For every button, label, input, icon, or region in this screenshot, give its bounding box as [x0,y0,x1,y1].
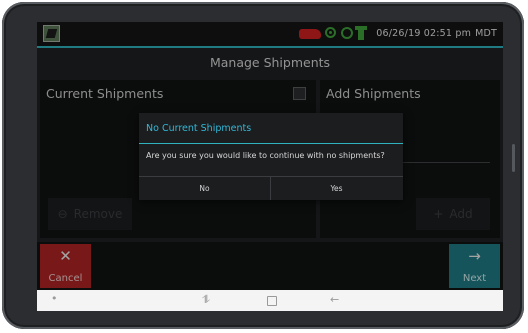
device-screen: 06/26/19 02:51 pm MDT Manage Shipments Cu… [37,22,503,311]
dialog-yes-button[interactable]: Yes [271,177,402,200]
back-icon[interactable]: ← [330,293,339,306]
nav-dot-icon: • [51,292,58,305]
home-icon[interactable] [267,296,277,306]
dialog-title: No Current Shipments [146,123,252,134]
recent-apps-icon[interactable]: ⥮ [202,293,210,307]
dialog-no-button[interactable]: No [139,177,270,200]
hardware-side-button [512,144,515,172]
android-nav-bar: • ⥮ ← [37,290,503,311]
dialog-title-divider [139,143,403,144]
dialog-message: Are you sure you would like to continue … [146,151,385,160]
confirm-dialog: No Current Shipments Are you sure you wo… [139,113,403,200]
